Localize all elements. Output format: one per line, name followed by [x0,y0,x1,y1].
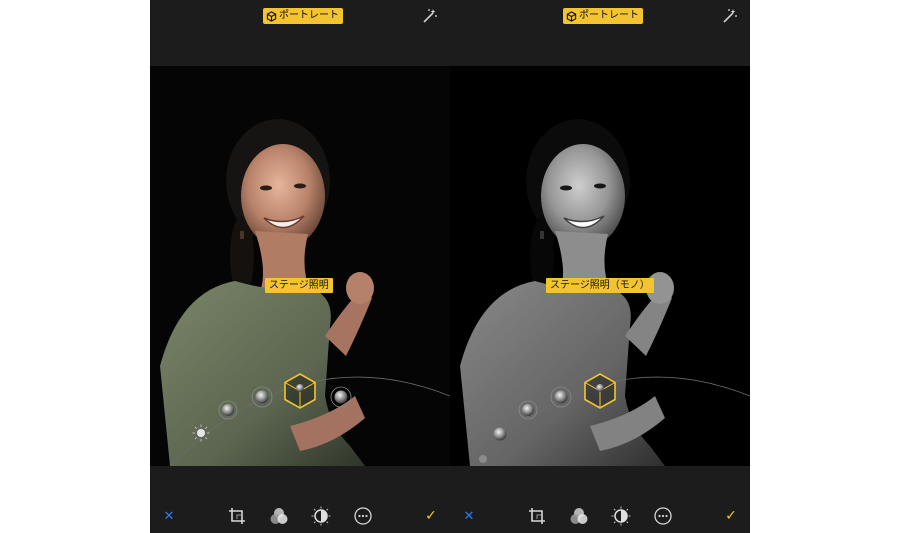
portrait-mode-badge[interactable]: ポートレート [563,8,643,24]
top-bar: ポートレート [450,0,750,66]
adjust-icon[interactable] [611,506,631,526]
cube-icon [266,10,277,22]
editor-panel-stage-light-mono: ポートレート ステージ照明（モノ） ✕ ✓ [450,0,750,533]
stage-light-mono-icon-selected[interactable] [583,372,617,410]
filters-icon[interactable] [269,506,289,526]
more-icon[interactable] [653,506,673,526]
contour-light-icon[interactable] [518,400,538,420]
lighting-mode-label: ステージ照明（モノ） [546,278,654,293]
cancel-button[interactable]: ✕ [459,506,479,526]
stage-light-icon[interactable] [550,386,572,408]
cancel-button[interactable]: ✕ [159,506,179,526]
lighting-mode-label: ステージ照明 [265,278,333,293]
done-button[interactable]: ✓ [721,506,741,526]
magic-wand-icon[interactable] [720,8,738,26]
done-button[interactable]: ✓ [421,506,441,526]
studio-light-icon[interactable] [490,424,510,444]
filters-icon[interactable] [569,506,589,526]
studio-light-icon[interactable] [218,400,238,420]
stage-light-mono-icon[interactable] [330,386,352,408]
cube-icon [566,10,577,22]
crop-icon[interactable] [527,506,547,526]
portrait-mode-label: ポートレート [579,10,639,21]
editor-panel-stage-light: ポートレート ステージ照明 ✕ ✓ [150,0,450,533]
portrait-mode-label: ポートレート [279,10,339,21]
more-icon[interactable] [353,506,373,526]
contour-light-icon[interactable] [251,386,273,408]
adjust-icon[interactable] [311,506,331,526]
bottom-toolbar: ✕ ✓ [450,466,750,533]
portrait-mode-badge[interactable]: ポートレート [263,8,343,24]
stage-light-icon-selected[interactable] [283,372,317,410]
top-bar: ポートレート [150,0,450,66]
bottom-toolbar: ✕ ✓ [150,466,450,533]
crop-icon[interactable] [227,506,247,526]
natural-light-icon[interactable] [192,424,210,442]
magic-wand-icon[interactable] [420,8,438,26]
